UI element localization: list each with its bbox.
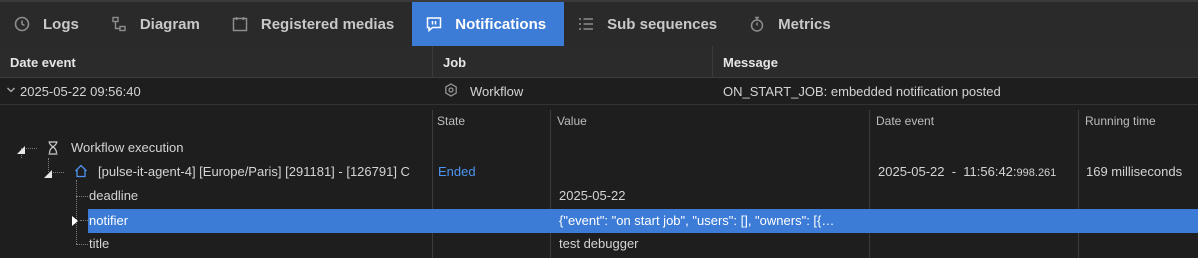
detail-header-date: Date event [876, 114, 935, 128]
tab-logs[interactable]: Logs [0, 2, 97, 46]
workflow-icon [444, 83, 458, 100]
agent-date-main: 2025-05-22 - 11:56:42: [878, 164, 1017, 179]
tab-label: Logs [43, 15, 79, 33]
tree-row-workflow-execution[interactable]: Workflow execution [0, 136, 1198, 160]
tab-label: Diagram [139, 15, 200, 33]
column-header-date[interactable]: Date event [10, 55, 76, 70]
hourglass-icon [47, 141, 59, 158]
home-icon [74, 164, 88, 181]
agent-label: [pulse-it-agent-4] [Europe/Paris] [29118… [98, 164, 410, 179]
diagram-icon [111, 16, 127, 32]
tab-notifications[interactable]: Notifications [412, 2, 565, 46]
tab-registered-medias[interactable]: Registered medias [218, 2, 412, 46]
tree-row-deadline[interactable]: deadline 2025-05-22 [0, 184, 1198, 208]
stopwatch-icon [749, 16, 765, 32]
tab-metrics[interactable]: Metrics [735, 2, 849, 46]
agent-date-ms: 998.261 [1016, 167, 1057, 179]
tree-row-agent[interactable]: [pulse-it-agent-4] [Europe/Paris] [29118… [0, 160, 1198, 184]
agent-date: 2025-05-22 - 11:56:42:998.261 [878, 164, 1056, 179]
field-name: deadline [89, 188, 139, 203]
table-header: Date event Job Message [0, 46, 1198, 78]
tab-label: Metrics [778, 15, 831, 33]
field-value: test debugger [559, 236, 639, 251]
tree-row-notifier[interactable]: notifier {"event": "on start job", "user… [88, 209, 1198, 233]
field-name: title [89, 236, 110, 251]
field-value: 2025-05-22 [559, 188, 626, 203]
tab-diagram[interactable]: Diagram [97, 2, 218, 46]
row-message: ON_START_JOB: embedded notification post… [723, 84, 1001, 99]
collapsed-triangle-icon[interactable] [71, 209, 81, 233]
message-icon [426, 16, 442, 32]
field-name: notifier [89, 213, 129, 228]
tree-line [80, 220, 88, 221]
tab-label: Registered medias [260, 15, 395, 33]
column-header-message[interactable]: Message [723, 55, 778, 70]
tab-sub-sequences[interactable]: Sub sequences [564, 2, 735, 46]
tree-row-title[interactable]: title test debugger [0, 232, 1198, 256]
detail-header-running-time: Running time [1085, 114, 1156, 128]
detail-header: State Value Date event Running time [0, 110, 1198, 134]
list-icon [578, 16, 594, 32]
agent-running-time: 169 milliseconds [1086, 164, 1183, 179]
clock-icon [14, 16, 30, 32]
calendar-icon [232, 16, 248, 32]
expanded-triangle-icon[interactable] [16, 143, 26, 158]
workflow-execution-label: Workflow execution [71, 140, 184, 155]
field-value: {"event": "on start job", "users": [], "… [559, 213, 835, 228]
table-row[interactable]: 2025-05-22 09:56:40 Workflow ON_START_JO… [0, 78, 1198, 105]
tab-label: Notifications [455, 15, 547, 33]
tab-label: Sub sequences [607, 15, 718, 33]
expanded-triangle-icon[interactable] [43, 167, 53, 182]
row-job: Workflow [470, 84, 524, 99]
column-header-job[interactable]: Job [443, 55, 466, 70]
detail-header-value: Value [557, 114, 587, 128]
detail-header-state: State [437, 114, 466, 128]
chevron-down-icon[interactable] [6, 83, 16, 98]
agent-state: Ended [438, 164, 476, 179]
row-date: 2025-05-22 09:56:40 [20, 84, 141, 99]
tab-bar: Logs Diagram Registered medias Notificat… [0, 0, 1198, 46]
